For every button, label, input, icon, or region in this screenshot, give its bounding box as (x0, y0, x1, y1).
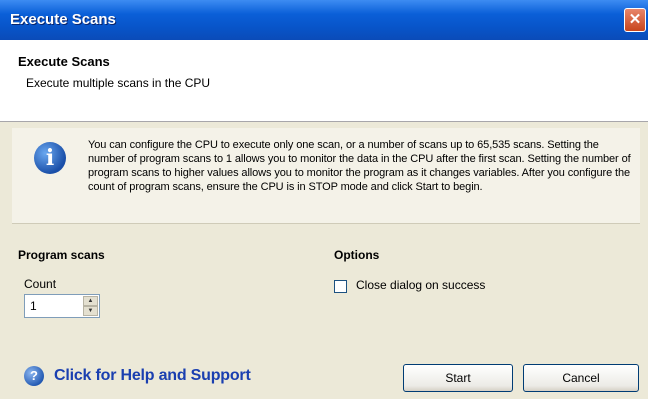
dialog-heading: Execute Scans (18, 54, 110, 69)
info-text: You can configure the CPU to execute onl… (88, 139, 631, 193)
info-panel: i You can configure the CPU to execute o… (12, 128, 640, 224)
count-label: Count (24, 277, 57, 291)
count-input[interactable] (30, 298, 74, 314)
help-link[interactable]: Click for Help and Support (54, 367, 251, 385)
options-heading: Options (334, 248, 380, 262)
count-spinner[interactable]: ▲ ▼ (24, 294, 100, 318)
dialog-description: Execute multiple scans in the CPU (26, 76, 211, 90)
info-icon: i (34, 142, 66, 174)
title-bar[interactable]: Execute Scans ✕ (0, 0, 648, 40)
help-icon[interactable]: ? (24, 366, 44, 386)
spin-down-button[interactable]: ▼ (83, 306, 98, 316)
header-panel: Execute Scans Execute multiple scans in … (0, 40, 648, 122)
program-scans-heading: Program scans (18, 248, 105, 262)
close-icon: ✕ (628, 11, 642, 28)
cancel-button[interactable]: Cancel (523, 364, 639, 392)
close-on-success-checkbox[interactable] (334, 280, 347, 293)
close-button[interactable]: ✕ (624, 8, 646, 32)
window-title: Execute Scans (10, 11, 116, 28)
start-button[interactable]: Start (403, 364, 513, 392)
spin-up-button[interactable]: ▲ (83, 296, 98, 306)
close-on-success-label[interactable]: Close dialog on success (356, 278, 485, 292)
